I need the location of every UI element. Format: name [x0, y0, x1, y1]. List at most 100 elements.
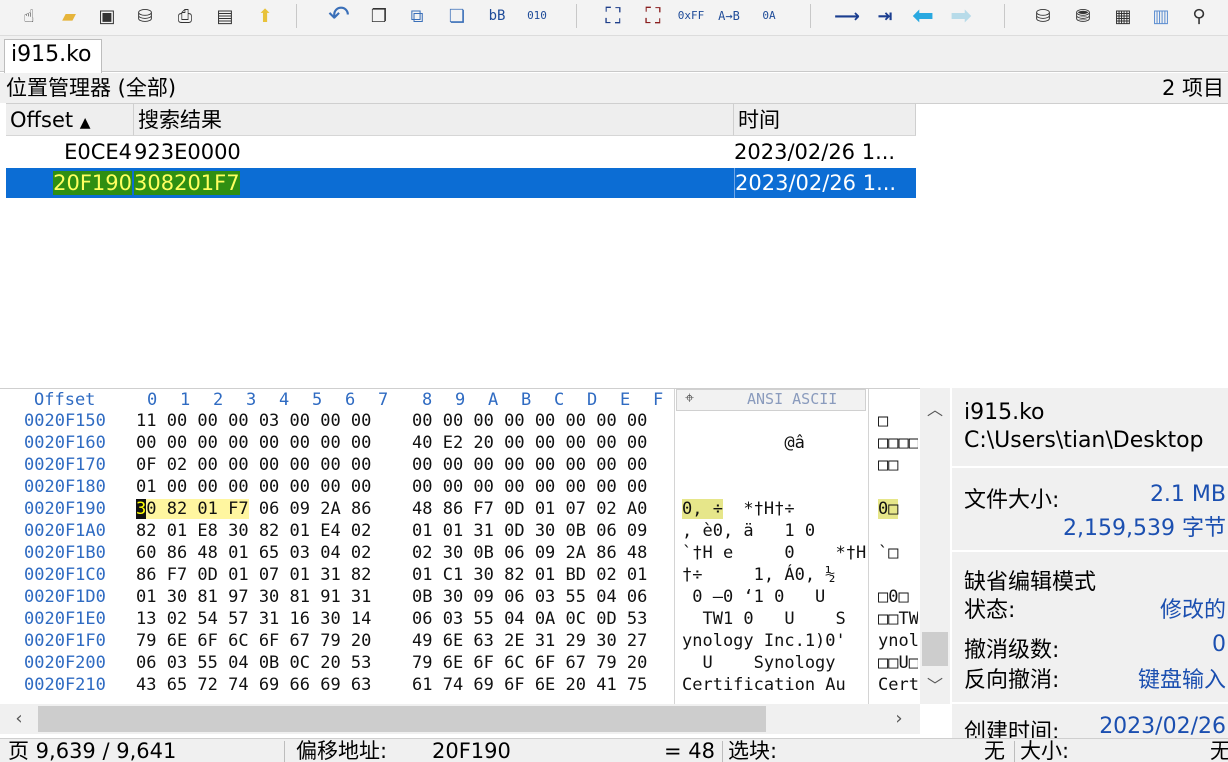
new-file-icon[interactable]: ☝ [14, 2, 44, 30]
hex-bytes-left[interactable]: 11 00 00 00 03 00 00 00 [136, 411, 371, 431]
ascii-text-secondary[interactable]: □0□ [878, 587, 918, 607]
ascii-text-secondary[interactable]: □□U□ [878, 653, 918, 673]
cursor-byte[interactable]: 3 [136, 499, 147, 519]
hex-editor[interactable]: Offset 0 1 2 3 4 5 6 7 8 9 A B C D E F ⌖… [0, 388, 920, 705]
scroll-down-icon[interactable]: ﹀ [920, 672, 950, 696]
paste-special-icon[interactable]: ❏ [442, 2, 472, 30]
save-icon[interactable]: ▣ [92, 2, 122, 30]
horizontal-scroll-thumb[interactable] [38, 706, 766, 732]
open-disk-icon[interactable]: ⛁ [1028, 2, 1058, 30]
list-row[interactable]: E0CE4 923E0000 2023/02/26 1... [6, 137, 916, 167]
ascii-text[interactable]: U Synology [682, 653, 835, 673]
hex-bytes-right[interactable]: 00 00 00 00 00 00 00 00 [412, 477, 647, 497]
export-icon[interactable]: ⬆ [250, 2, 280, 30]
ascii-text-secondary[interactable]: `□ [878, 543, 918, 563]
hex-bytes-left[interactable]: 0F 02 00 00 00 00 00 00 [136, 455, 371, 475]
ascii-text-secondary[interactable]: □ [878, 411, 918, 431]
goto-offset-icon[interactable]: 0A [754, 2, 784, 30]
memory-icon[interactable]: ▦ [1108, 2, 1138, 30]
open-folder-icon[interactable]: ▰ [54, 2, 84, 30]
ascii-text[interactable]: 0 —0 ‘1 0 U [682, 587, 825, 607]
hex-row[interactable]: 0020F180 01 00 00 00 00 00 00 00 00 00 00 … [0, 477, 920, 499]
hex-bytes-right[interactable]: 01 C1 30 82 01 BD 02 01 [412, 565, 647, 585]
hex-row[interactable]: 0020F150 11 00 00 00 03 00 00 00 00 00 00 … [0, 411, 920, 433]
hex-bytes-right[interactable]: 00 00 00 00 00 00 00 00 [412, 455, 647, 475]
hex-bytes-right[interactable]: 06 03 55 04 0A 0C 0D 53 [412, 609, 647, 629]
hex-row[interactable]: 0020F1A0 82 01 E8 30 82 01 E4 02 01 01 31 … [0, 521, 920, 543]
scroll-left-icon[interactable]: ‹ [4, 706, 34, 732]
hex-bytes-left[interactable]: 00 00 00 00 00 00 00 00 [136, 433, 371, 453]
ascii-text-secondary[interactable]: [ [878, 565, 918, 585]
hex-bytes-left[interactable]: 06 03 55 04 0B 0C 20 53 [136, 653, 371, 673]
ascii-text-secondary[interactable]: ynol [878, 631, 918, 651]
hex-bytes-left[interactable]: 30 82 01 F7 06 09 2A 86 [136, 499, 371, 519]
vertical-scroll-thumb[interactable] [922, 632, 948, 666]
disk-add-icon[interactable]: ⛃ [1068, 2, 1098, 30]
horizontal-scrollbar[interactable]: ‹ › [0, 704, 920, 734]
hex-bytes-right[interactable]: 02 30 0B 06 09 2A 86 48 [412, 543, 647, 563]
hex-bytes-left[interactable]: 82 01 E8 30 82 01 E4 02 [136, 521, 371, 541]
properties-icon[interactable]: ▤ [210, 2, 240, 30]
ascii-text[interactable]: ynology Inc.1)0' [682, 631, 846, 651]
hex-bytes-right[interactable]: 40 E2 20 00 00 00 00 00 [412, 433, 647, 453]
vertical-scrollbar[interactable]: ︿ ﹀ [920, 388, 950, 704]
ascii-text[interactable]: @â [682, 433, 804, 453]
ascii-text[interactable]: †÷ 1, Á0, ½ [682, 565, 836, 585]
replace-icon[interactable]: 0xFF [676, 2, 706, 30]
ascii-text[interactable]: `†H e 0 *†H [682, 543, 866, 563]
hex-bytes-left[interactable]: 01 00 00 00 00 00 00 00 [136, 477, 371, 497]
column-time[interactable]: 时间 [734, 104, 916, 136]
hex-row[interactable]: 0020F1C0 86 F7 0D 01 07 01 31 82 01 C1 30 … [0, 565, 920, 587]
hex-bytes-right[interactable]: 01 01 31 0D 30 0B 06 09 [412, 521, 647, 541]
hex-row[interactable]: 0020F210 43 65 72 74 69 66 69 63 61 74 69 … [0, 675, 920, 697]
hex-row[interactable]: 0020F1B0 60 86 48 01 65 03 04 02 02 30 0B … [0, 543, 920, 565]
scroll-up-icon[interactable]: ︿ [920, 396, 950, 420]
hex-bytes-right[interactable]: 00 00 00 00 00 00 00 00 [412, 411, 647, 431]
tab-i915[interactable]: i915.ko [4, 39, 102, 73]
hex-row[interactable]: 0020F1D0 01 30 81 97 30 81 91 31 0B 30 09 … [0, 587, 920, 609]
ascii-text-secondary[interactable]: Cert [878, 675, 918, 695]
back-icon[interactable]: ⬅ [908, 1, 938, 31]
ansi-ascii-tab[interactable]: ⌖ ANSI ASCII [676, 388, 866, 411]
hex-bytes-left[interactable]: 86 F7 0D 01 07 01 31 82 [136, 565, 371, 585]
hex-bytes-left[interactable]: 13 02 54 57 31 16 30 14 [136, 609, 371, 629]
forward-icon[interactable]: ➡ [946, 1, 976, 31]
replace-hex-icon[interactable]: A→B [714, 2, 744, 30]
ascii-text[interactable]: Certification Au [682, 675, 846, 695]
ascii-text-secondary[interactable]: □□TW [878, 609, 918, 629]
ascii-text-secondary[interactable]: □□□□ [878, 433, 918, 453]
ascii-text[interactable]: 0‚ ÷ *†H†÷ [682, 499, 795, 519]
hex-bytes-left[interactable]: 79 6E 6F 6C 6F 67 79 20 [136, 631, 371, 651]
hex-bytes-right[interactable]: 61 74 69 6F 6E 20 41 75 [412, 675, 647, 695]
binary-icon[interactable]: 010 [522, 2, 552, 30]
goto-next-icon[interactable]: ⟶ [832, 2, 862, 30]
hex-bytes-left[interactable]: 01 30 81 97 30 81 91 31 [136, 587, 371, 607]
ascii-text[interactable]: , è0, ä 1 0 [682, 521, 815, 541]
hex-bytes-right[interactable]: 49 6E 63 2E 31 29 30 27 [412, 631, 647, 651]
hex-bytes-right[interactable]: 0B 30 09 06 03 55 04 06 [412, 587, 647, 607]
hex-row[interactable]: 0020F1F0 79 6E 6F 6C 6F 67 79 20 49 6E 63 … [0, 631, 920, 653]
hex-bytes-right[interactable]: 48 86 F7 0D 01 07 02 A0 [412, 499, 647, 519]
ascii-text-secondary[interactable]: □□ [878, 455, 918, 475]
hex-row[interactable]: 0020F160 00 00 00 00 00 00 00 00 40 E2 20 … [0, 433, 920, 455]
hex-row[interactable]: 0020F1E0 13 02 54 57 31 16 30 14 06 03 55 … [0, 609, 920, 631]
copy-icon[interactable]: ❐ [364, 2, 394, 30]
find-icon[interactable]: ⛶ [598, 2, 628, 30]
find-hex-icon[interactable]: ⛶ [638, 2, 668, 30]
hex-row[interactable]: 0020F200 06 03 55 04 0B 0C 20 53 79 6E 6F … [0, 653, 920, 675]
hex-bytes-left[interactable]: 43 65 72 74 69 66 69 63 [136, 675, 371, 695]
ascii-text-secondary[interactable]: ( [878, 521, 918, 541]
hex-bytes-right[interactable]: 79 6E 6F 6C 6F 67 79 20 [412, 653, 647, 673]
hex-bytes-left[interactable]: 60 86 48 01 65 03 04 02 [136, 543, 371, 563]
calculator-icon[interactable]: ▥ [1146, 2, 1176, 30]
undo-icon[interactable]: ↶ [324, 1, 354, 31]
print-icon[interactable]: ⎙ [170, 2, 200, 30]
column-result[interactable]: 搜索结果 [134, 104, 734, 136]
scroll-right-icon[interactable]: › [884, 706, 914, 732]
hex-row[interactable]: 0020F170 0F 02 00 00 00 00 00 00 00 00 00 … [0, 455, 920, 477]
search-magnifier-icon[interactable]: ⚲ [1184, 2, 1214, 30]
list-row-selected[interactable]: 20F190 308201F7 2023/02/26 1... [6, 168, 916, 198]
column-offset[interactable]: Offset ▲ [6, 104, 134, 136]
convert-icon[interactable]: bB [482, 2, 512, 30]
paste-icon[interactable]: ⧉ [402, 2, 432, 30]
